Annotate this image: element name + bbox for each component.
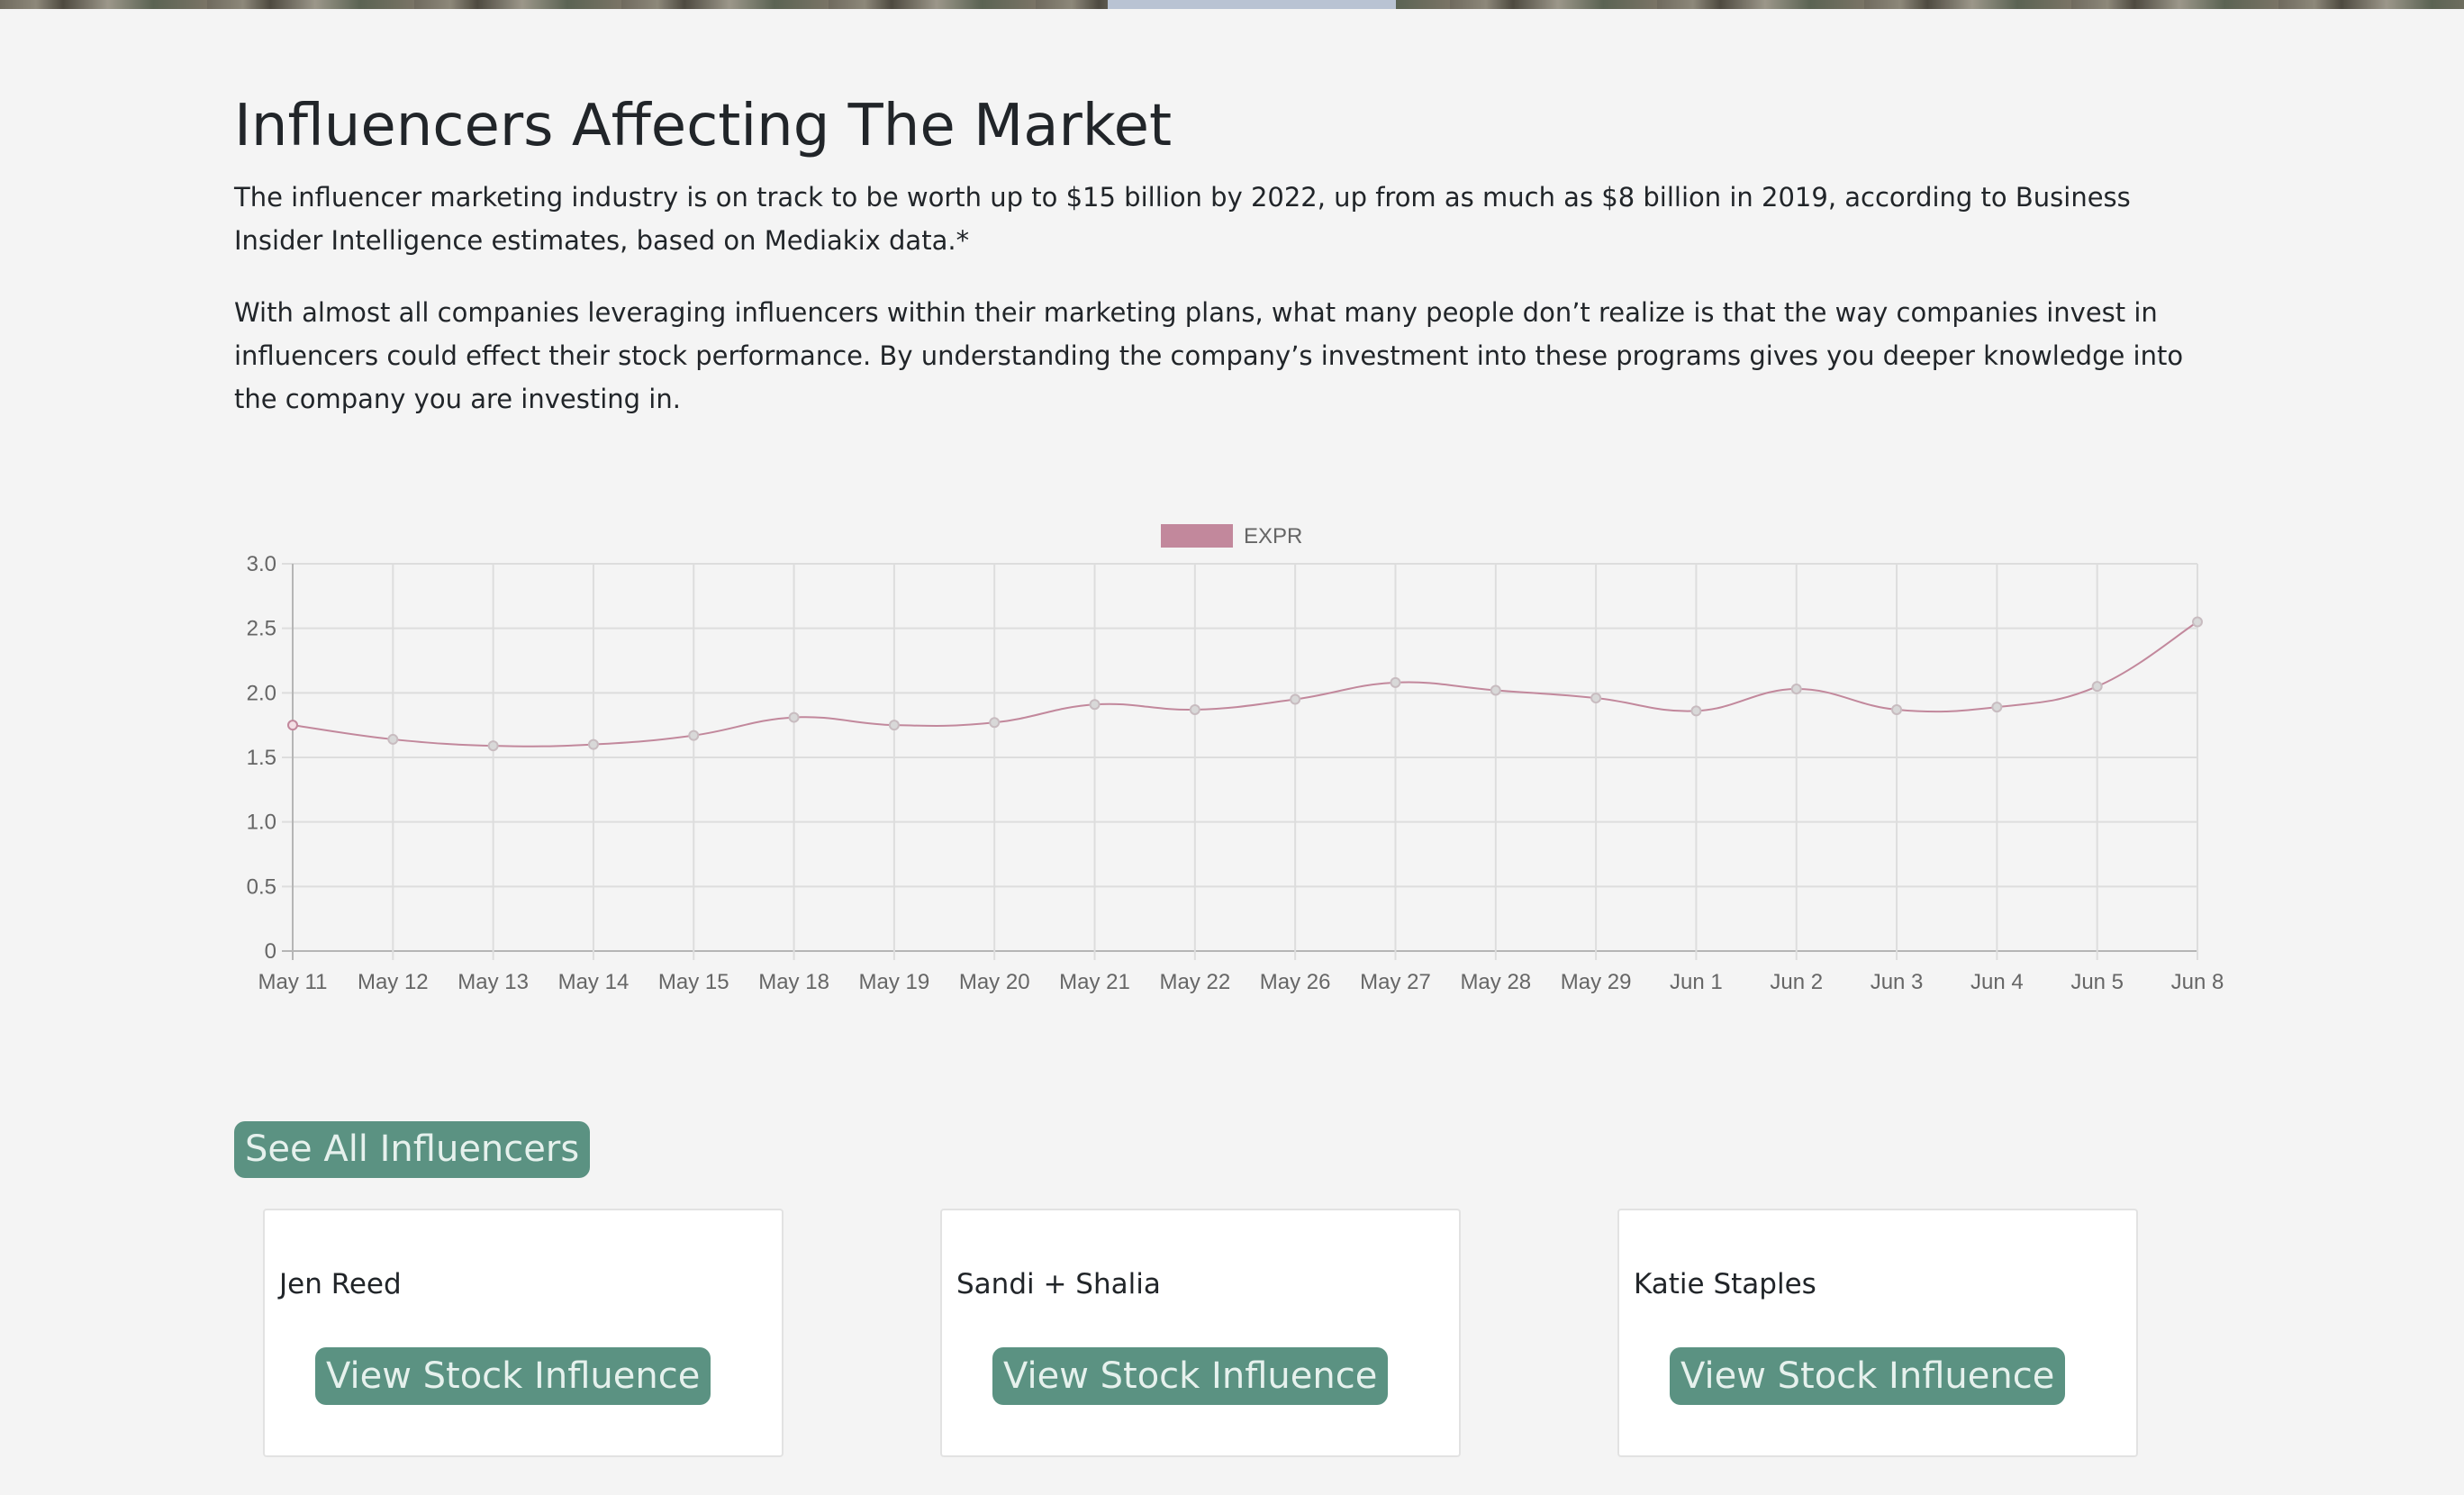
y-tick-label: 1.0 [247,811,276,835]
data-point [1290,693,1301,705]
influencer-card: Jen Reed View Stock Influence [263,1209,784,1457]
y-tick-label: 2.0 [247,681,276,705]
x-tick-label: May 22 [1159,970,1230,994]
data-point [2091,681,2103,693]
data-point [1690,705,1702,717]
data-point [587,738,599,750]
data-point [788,711,800,723]
y-tick-label: 0.5 [247,874,276,899]
x-tick-label: Jun 5 [2070,970,2124,994]
view-stock-influence-button[interactable]: View Stock Influence [315,1347,711,1405]
y-tick-label: 1.5 [247,746,276,770]
y-tick-label: 2.5 [247,617,276,641]
data-point [1490,684,1501,696]
influencer-name: Katie Staples [1634,1268,1816,1300]
x-tick-label: Jun 2 [1770,970,1823,994]
data-point [2192,616,2203,628]
x-tick-label: Jun 3 [1871,970,1924,994]
view-stock-influence-button[interactable]: View Stock Influence [992,1347,1389,1405]
data-point [888,720,900,731]
x-tick-label: Jun 1 [1670,970,1723,994]
influencer-name: Jen Reed [279,1268,402,1300]
detail-paragraph: With almost all companies leveraging inf… [234,297,2184,414]
x-tick-label: May 20 [959,970,1030,994]
x-tick-label: Jun 4 [1970,970,2024,994]
x-tick-label: May 14 [558,970,630,994]
y-tick-label: 3.0 [247,552,276,576]
x-tick-label: May 27 [1360,970,1431,994]
influencer-card: Sandi + Shalia View Stock Influence [940,1209,1461,1457]
x-tick-label: May 29 [1561,970,1632,994]
intro-paragraph: The influencer marketing industry is on … [234,182,2131,256]
data-point [1891,703,1903,715]
data-point [487,740,499,752]
influencer-card: Katie Staples View Stock Influence [1617,1209,2138,1457]
data-point [688,729,700,741]
see-all-influencers-button[interactable]: See All Influencers [234,1121,591,1178]
x-tick-label: May 19 [859,970,930,994]
data-point [287,720,298,731]
data-point [1991,702,2003,713]
data-point [1790,684,1802,695]
x-tick-label: May 15 [658,970,729,994]
data-point [387,733,399,745]
x-tick-label: May 28 [1460,970,1531,994]
data-point [1590,693,1602,704]
x-tick-label: May 21 [1059,970,1130,994]
x-tick-label: May 12 [358,970,429,994]
data-point [1089,699,1101,711]
data-point [989,717,1001,729]
legend-swatch [1161,524,1233,548]
x-tick-label: May 11 [258,970,328,994]
data-point [1189,703,1200,715]
legend-label: EXPR [1244,524,1302,548]
stock-line-chart: 0 0.5 1.0 1.5 2.0 2.5 3.0 May 11 May 12 May 13 May… [247,524,2224,994]
x-tick-label: May 18 [758,970,829,994]
x-tick-label: May 26 [1260,970,1331,994]
hero-image-strip [0,0,2464,9]
section-title: Influencers Affecting The Market [234,93,1173,159]
series-line [292,621,2198,748]
x-tick-label: Jun 8 [2171,970,2224,994]
data-point [1390,676,1401,688]
influencer-name: Sandi + Shalia [956,1268,1161,1300]
view-stock-influence-button[interactable]: View Stock Influence [1670,1347,2066,1405]
y-tick-label: 0 [265,939,276,964]
x-tick-label: May 13 [457,970,529,994]
